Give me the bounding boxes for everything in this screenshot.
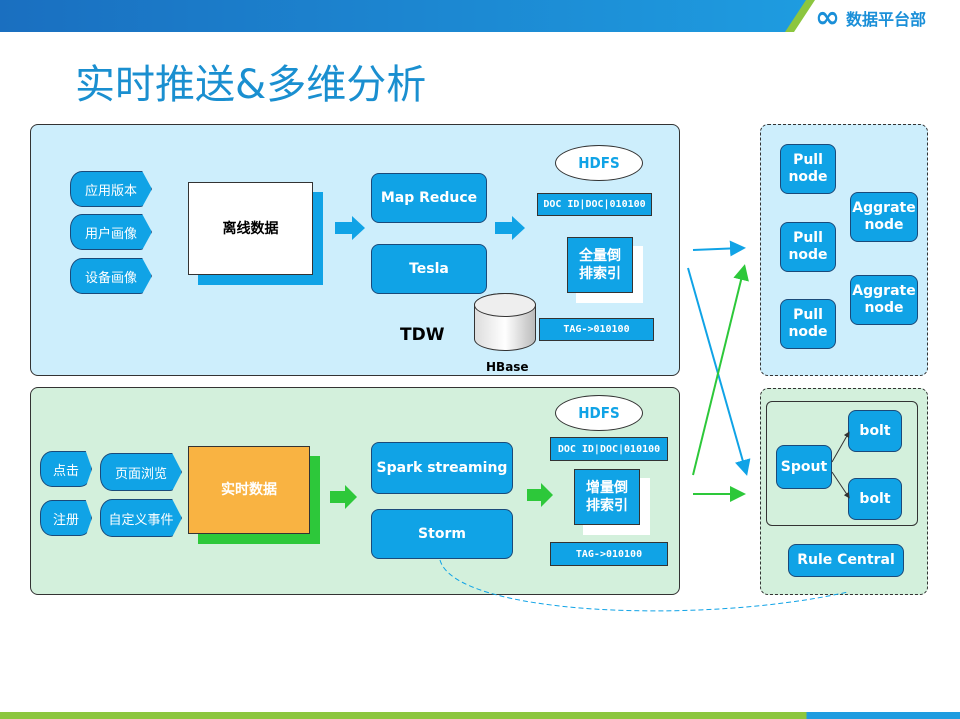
connectors <box>330 216 850 612</box>
dashed-link <box>439 559 849 612</box>
flow-line <box>692 264 749 476</box>
flow-line <box>831 431 850 463</box>
flow-line <box>692 240 746 257</box>
arrow-right-icon <box>335 216 365 240</box>
footer-bar <box>0 712 960 719</box>
arrow-right-icon <box>527 483 553 507</box>
flow-line <box>831 471 850 499</box>
arrow-right-icon <box>330 485 357 509</box>
arrow-right-icon <box>495 216 525 240</box>
